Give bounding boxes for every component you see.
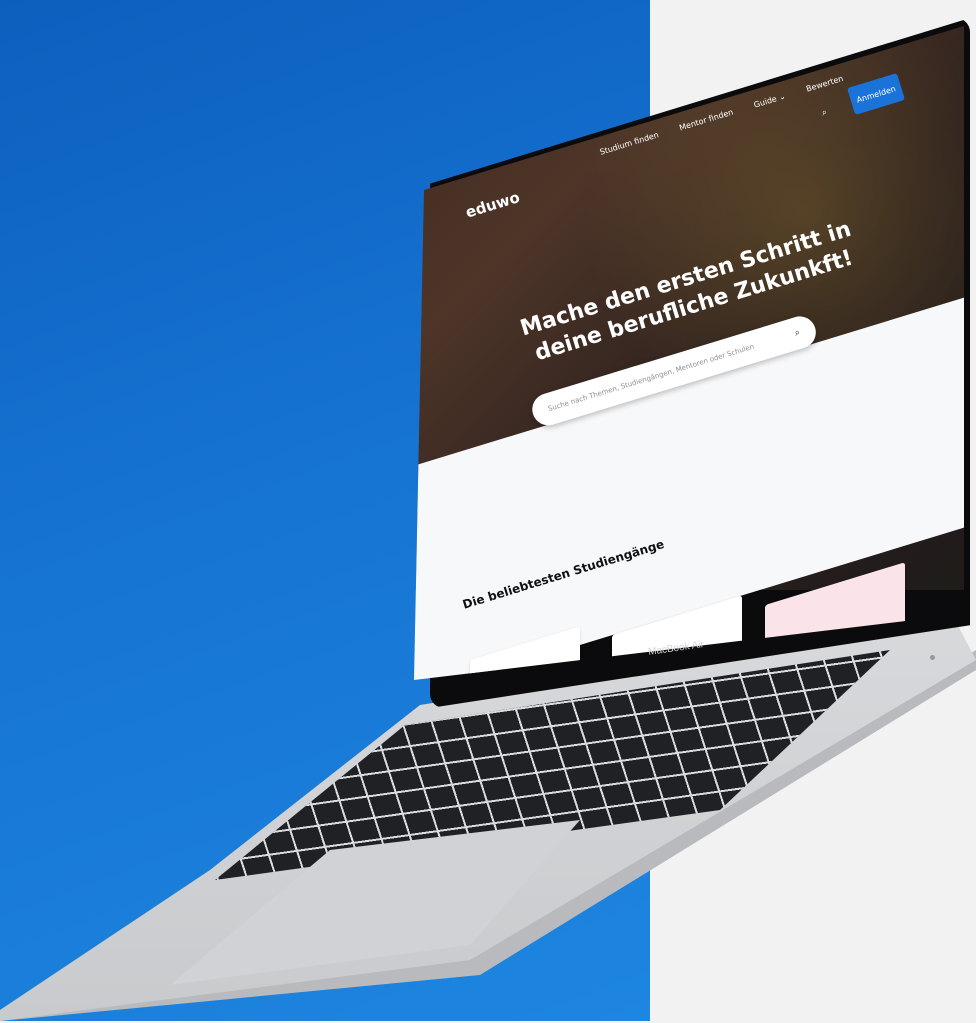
nav-item-mentor[interactable]: Mentor finden xyxy=(678,108,734,133)
brand-logo[interactable]: eduwo xyxy=(463,188,522,222)
nav-item-guide-label: Guide xyxy=(752,94,778,110)
chevron-down-icon: ⌄ xyxy=(777,91,787,103)
nav-item-bewerten[interactable]: Bewerten xyxy=(805,74,844,94)
nav-item-studium[interactable]: Studium finden xyxy=(599,130,660,156)
section-title-popular: Die beliebtesten Studiengänge xyxy=(460,536,666,612)
nav-item-guide[interactable]: Guide ⌄ xyxy=(753,92,787,110)
login-button[interactable]: Anmelden xyxy=(847,73,905,115)
search-icon[interactable]: ⌕ xyxy=(821,107,829,118)
led-indicator xyxy=(930,655,935,660)
